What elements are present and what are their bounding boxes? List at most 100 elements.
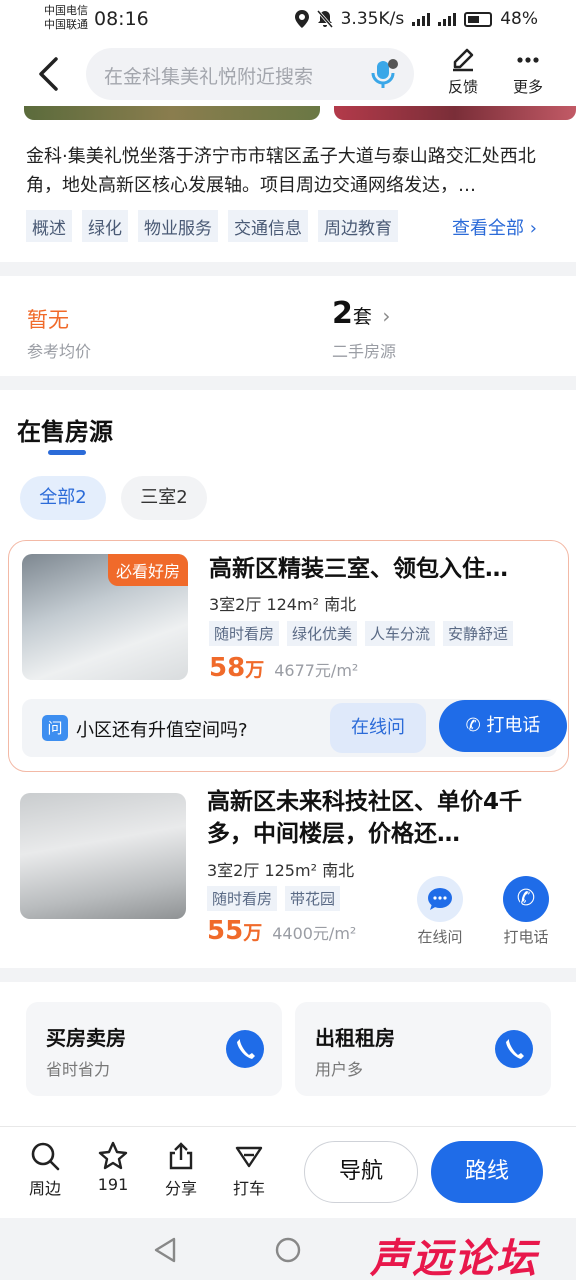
- filter-all[interactable]: 全部2: [20, 476, 106, 520]
- service-title: 出租租房: [315, 1026, 395, 1050]
- route-button[interactable]: 路线: [431, 1141, 543, 1203]
- project-photo[interactable]: [24, 106, 320, 120]
- listing-spec: 3室2厅 124m² 南北: [209, 595, 357, 614]
- edit-pen-icon: [453, 48, 474, 72]
- buy-sell-card[interactable]: 买房卖房 省时省力: [26, 1002, 282, 1096]
- search-icon: [31, 1142, 60, 1171]
- price-stats: 暂无 参考均价 2套 › 二手房源: [0, 276, 576, 376]
- battery-level: 48%: [500, 9, 538, 29]
- count-unit: 套: [352, 306, 372, 328]
- intro-tag[interactable]: 概述: [26, 210, 72, 242]
- listing-photo[interactable]: [20, 793, 186, 919]
- see-all-label: 查看全部: [452, 218, 524, 239]
- feature-tag: 带花园: [285, 886, 341, 911]
- listing-card[interactable]: 必看好房 高新区精装三室、领包入住… 3室2厅 124m² 南北 随时看房 绿化…: [8, 540, 569, 772]
- feature-tag: 随时看房: [209, 621, 280, 646]
- nearby-label: 周边: [28, 1179, 61, 1198]
- phone-icon: ✆: [516, 886, 536, 911]
- carrier-1: 中国电信: [44, 4, 88, 17]
- chat-bubble-icon: [428, 888, 452, 910]
- listings-section: 在售房源 全部2 三室2 必看好房 高新区精装三室、领包入住… 3室2厅 124…: [0, 390, 576, 968]
- question-bar: 问 小区还有升值空间吗? 在线问 ✆ 打电话: [22, 699, 567, 757]
- feature-tag: 随时看房: [207, 886, 278, 911]
- project-intro: 金科·集美礼悦坐落于济宁市市辖区孟子大道与泰山路交汇处西北角，地处高新区核心发展…: [0, 106, 576, 262]
- back-triangle-icon[interactable]: [152, 1236, 178, 1264]
- filter-three-room[interactable]: 三室2: [121, 476, 207, 520]
- project-description: 金科·集美礼悦坐落于济宁市市辖区孟子大道与泰山路交汇处西北角，地处高新区核心发展…: [26, 146, 536, 196]
- listing-photo[interactable]: 必看好房: [22, 554, 188, 680]
- price-unit: 万: [243, 922, 263, 944]
- carrier-2: 中国联通: [44, 18, 88, 31]
- call-button[interactable]: ✆ 打电话: [439, 700, 567, 752]
- listing-spec: 3室2厅 125m² 南北: [207, 861, 355, 880]
- intro-tags: 概述 绿化 物业服务 交通信息 周边教育: [26, 210, 398, 242]
- intro-tag[interactable]: 交通信息: [228, 210, 308, 242]
- phone-icon[interactable]: [495, 1030, 533, 1068]
- search-bar[interactable]: 在金科集美礼悦附近搜索: [86, 48, 414, 100]
- section-underline: [48, 450, 86, 455]
- unit-price: 4400元/m²: [272, 924, 357, 943]
- chevron-right-icon: ›: [382, 304, 391, 328]
- section-title: 在售房源: [17, 418, 113, 446]
- share-button[interactable]: 分享: [156, 1141, 206, 1199]
- ask-online-icon-button[interactable]: [417, 876, 463, 922]
- home-circle-icon[interactable]: [274, 1236, 302, 1264]
- ask-online-button[interactable]: 在线问: [330, 703, 426, 753]
- ref-price-value: 暂无: [27, 308, 69, 332]
- feature-tags: 随时看房 带花园: [207, 886, 341, 911]
- more-button[interactable]: 更多: [498, 48, 558, 97]
- intro-tag[interactable]: 绿化: [82, 210, 128, 242]
- see-all-link[interactable]: 查看全部 ›: [452, 214, 537, 240]
- top-header: 在金科集美礼悦附近搜索 反馈 更多: [0, 40, 576, 106]
- question-icon: 问: [42, 715, 68, 741]
- second-hand-label: 二手房源: [332, 342, 397, 361]
- phone-icon[interactable]: [226, 1030, 264, 1068]
- bottom-action-bar: 周边 191 分享 打车 导航 路线: [0, 1126, 576, 1218]
- signal-4g-icon: [438, 12, 457, 26]
- intro-tag[interactable]: 周边教育: [318, 210, 398, 242]
- favorite-button[interactable]: 191: [88, 1141, 138, 1194]
- taxi-button[interactable]: 打车: [224, 1141, 274, 1199]
- navigate-button[interactable]: 导航: [304, 1141, 418, 1203]
- price-number: 55: [207, 916, 244, 946]
- price-unit: 万: [245, 659, 265, 681]
- count-number: 2: [332, 296, 353, 331]
- feature-tags: 随时看房 绿化优美 人车分流 安静舒适: [209, 621, 514, 646]
- taxi-label: 打车: [232, 1179, 265, 1198]
- taxi-icon: [235, 1146, 263, 1168]
- project-photo[interactable]: [334, 106, 576, 120]
- feedback-button[interactable]: 反馈: [433, 48, 493, 97]
- carrier-info: 中国电信 中国联通: [44, 4, 88, 32]
- net-speed: 3.35K/s: [340, 9, 405, 29]
- call-icon-button[interactable]: ✆: [503, 876, 549, 922]
- must-see-badge: 必看好房: [107, 554, 188, 586]
- service-subtitle: 省时省力: [46, 1060, 111, 1079]
- status-bar: 中国电信 中国联通 08:16 3.35K/s 48%: [0, 0, 576, 40]
- second-hand-count[interactable]: 2套 ›: [332, 296, 390, 331]
- service-subtitle: 用户多: [315, 1060, 364, 1079]
- back-arrow-icon[interactable]: [34, 56, 64, 92]
- total-price: 58万: [209, 653, 264, 683]
- feedback-label: 反馈: [447, 78, 478, 96]
- unit-price: 4677元/m²: [274, 661, 359, 680]
- question-text[interactable]: 小区还有升值空间吗?: [76, 716, 248, 742]
- rent-card[interactable]: 出租租房 用户多: [295, 1002, 551, 1096]
- forum-watermark: 声远论坛: [370, 1236, 538, 1280]
- call-label: 打电话: [486, 715, 541, 736]
- total-price: 55万: [207, 916, 262, 946]
- call-label: 打电话: [503, 928, 549, 946]
- service-title: 买房卖房: [46, 1026, 126, 1050]
- voice-mic-icon[interactable]: [368, 58, 400, 90]
- listing-title: 高新区精装三室、领包入住…: [209, 556, 508, 582]
- price-row: 58万 4677元/m²: [209, 653, 358, 683]
- more-label: 更多: [512, 78, 543, 96]
- feature-tag: 人车分流: [365, 621, 436, 646]
- share-label: 分享: [164, 1179, 197, 1198]
- signal-5g-icon: [412, 12, 431, 26]
- intro-tag[interactable]: 物业服务: [138, 210, 218, 242]
- mute-bell-icon: [316, 10, 333, 28]
- clock: 08:16: [94, 8, 149, 30]
- favorite-count: 191: [97, 1175, 129, 1194]
- nearby-button[interactable]: 周边: [20, 1141, 70, 1199]
- service-cards: 买房卖房 省时省力 出租租房 用户多: [0, 982, 576, 1126]
